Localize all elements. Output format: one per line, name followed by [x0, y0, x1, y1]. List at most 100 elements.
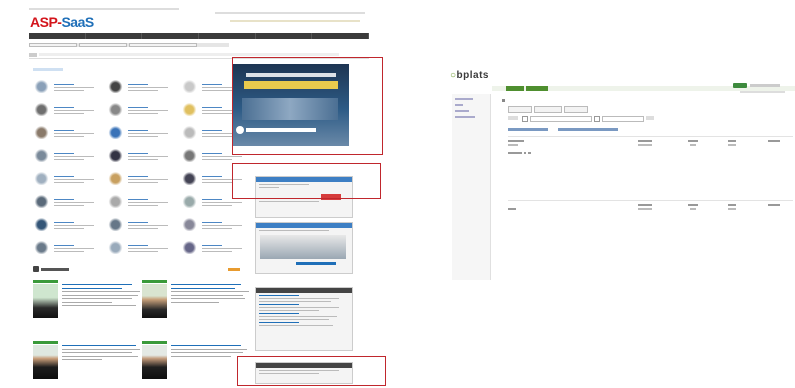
app-sidebar-item[interactable]	[455, 116, 475, 118]
app-header-button[interactable]	[733, 83, 747, 88]
category-description	[128, 199, 172, 207]
subnav-tab[interactable]	[129, 43, 197, 47]
category-description	[54, 130, 98, 138]
keyword-links[interactable]	[39, 53, 339, 56]
subnav-tab[interactable]	[79, 43, 127, 47]
category-item[interactable]	[107, 217, 172, 235]
video-thumbnail[interactable]	[260, 235, 346, 259]
nav-item[interactable]	[256, 33, 313, 39]
category-item[interactable]	[33, 217, 98, 235]
sub-nav	[29, 43, 229, 47]
app-sidebar-item[interactable]	[455, 104, 463, 106]
news-item[interactable]	[142, 341, 252, 385]
category-item[interactable]	[107, 148, 172, 166]
app-sidebar-item[interactable]	[455, 98, 473, 100]
app-filter-select[interactable]	[522, 116, 528, 122]
category-item[interactable]	[33, 194, 98, 212]
category-item[interactable]	[33, 102, 98, 120]
app-sidebar-item[interactable]	[455, 110, 469, 112]
category-description	[128, 107, 172, 115]
question-icon	[181, 240, 198, 254]
category-description	[202, 245, 246, 253]
category-item[interactable]	[33, 148, 98, 166]
category-item[interactable]	[107, 102, 172, 120]
app-link[interactable]	[558, 128, 618, 131]
app-filter-select[interactable]	[594, 116, 600, 122]
category-description	[54, 153, 98, 161]
lock-icon	[107, 102, 124, 116]
person-icon	[107, 79, 124, 93]
app-filter-button[interactable]	[646, 116, 654, 120]
news-section-icon	[33, 266, 39, 272]
news-more-button[interactable]	[228, 268, 240, 271]
app-tab-button[interactable]	[564, 106, 588, 113]
nav-item[interactable]	[142, 33, 200, 39]
truck-icon	[33, 125, 50, 139]
category-description	[54, 199, 98, 207]
video-link[interactable]	[296, 262, 336, 265]
category-item[interactable]	[107, 125, 172, 143]
network-icon	[107, 148, 124, 162]
ruler-icon	[181, 79, 198, 93]
category-item[interactable]	[33, 171, 98, 189]
header-links	[215, 12, 365, 14]
app-tab-button[interactable]	[534, 106, 562, 113]
house-icon	[33, 171, 50, 185]
app-tab[interactable]	[506, 86, 524, 91]
app-filter-input[interactable]	[530, 116, 592, 122]
document-icon	[181, 125, 198, 139]
building-icon	[181, 217, 198, 231]
app-link[interactable]	[508, 128, 548, 131]
asp-saas-logo[interactable]: ASP-SaaS	[30, 14, 94, 30]
person-photo	[33, 345, 58, 379]
sidebar-box-lines	[256, 230, 352, 231]
table-row[interactable]	[508, 152, 793, 154]
category-item[interactable]	[33, 79, 98, 97]
printer-icon	[33, 240, 50, 254]
news-section-title-bar	[41, 268, 69, 271]
table-divider	[508, 136, 793, 137]
category-item[interactable]	[107, 79, 172, 97]
sidebar-box-header	[256, 223, 352, 228]
table-row[interactable]	[508, 144, 793, 146]
news-item[interactable]	[142, 280, 252, 324]
news-tag	[142, 280, 167, 283]
category-item[interactable]	[33, 125, 98, 143]
highlight-frame-banner	[232, 57, 383, 155]
app-user-info	[750, 84, 780, 87]
nav-item[interactable]	[199, 33, 256, 39]
app-tab-button[interactable]	[508, 106, 532, 113]
nav-item[interactable]	[86, 33, 143, 39]
subnav-tab[interactable]	[29, 43, 77, 47]
nav-item[interactable]	[312, 33, 370, 39]
category-item[interactable]	[107, 240, 172, 258]
category-item[interactable]	[107, 194, 172, 212]
news-item[interactable]	[33, 280, 143, 324]
person-photo	[142, 284, 167, 318]
app-subheader-links[interactable]	[740, 91, 785, 93]
app-filter-input[interactable]	[602, 116, 644, 122]
highlight-frame-sidebar	[232, 163, 381, 199]
bplats-app-screenshot: ○bplats	[450, 60, 795, 280]
person-photo	[142, 345, 167, 379]
category-description	[54, 176, 98, 184]
news-item[interactable]	[33, 341, 143, 385]
tablet-icon	[107, 217, 124, 231]
nav-item[interactable]	[29, 33, 86, 39]
category-item[interactable]	[181, 240, 246, 258]
category-item[interactable]	[107, 171, 172, 189]
sidebar-list-lines[interactable]	[256, 295, 352, 326]
category-description	[128, 153, 172, 161]
category-item[interactable]	[33, 240, 98, 258]
bplats-logo[interactable]: ○bplats	[450, 70, 489, 81]
app-tab[interactable]	[526, 86, 548, 91]
sidebar-box-header	[256, 288, 352, 293]
search-label	[29, 53, 37, 57]
headset-icon	[181, 148, 198, 162]
category-description	[128, 245, 172, 253]
monitor-icon	[33, 79, 50, 93]
category-item[interactable]	[181, 217, 246, 235]
chart-icon	[181, 171, 198, 185]
table-footer-header	[508, 204, 793, 206]
car-icon	[33, 148, 50, 162]
